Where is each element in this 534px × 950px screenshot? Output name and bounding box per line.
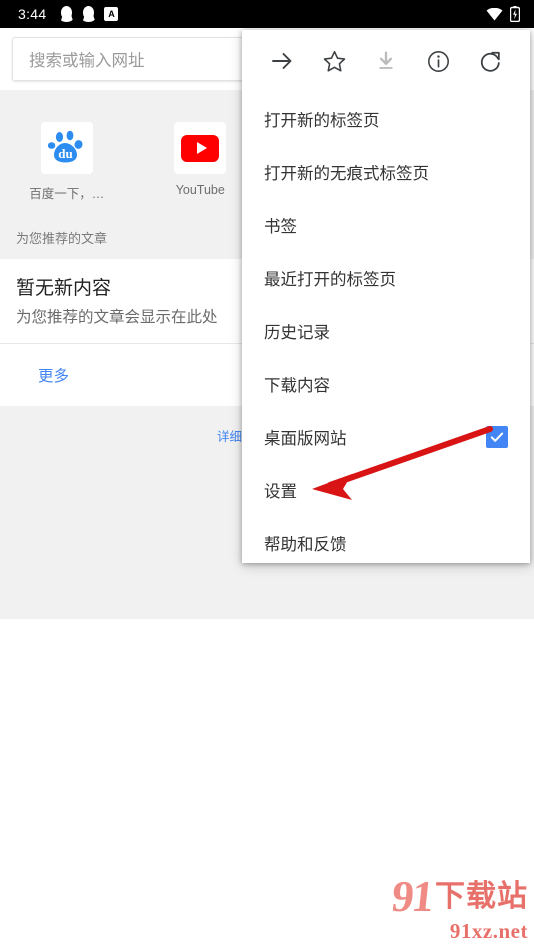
tile-label: 百度一下，…: [29, 187, 105, 201]
menu-item-history[interactable]: 历史记录: [242, 304, 530, 357]
watermark-logo-text: 下载站: [435, 880, 528, 913]
tile-label: YouTube: [175, 183, 225, 197]
menu-item-new-tab[interactable]: 打开新的标签页: [242, 92, 530, 145]
browser-overflow-menu: 打开新的标签页 打开新的无痕式标签页 书签 最近打开的标签页 历史记录 下载内容…: [242, 30, 530, 563]
menu-item-recent-tabs[interactable]: 最近打开的标签页: [242, 251, 530, 304]
menu-item-label: 下载内容: [264, 376, 330, 395]
menu-item-label: 打开新的无痕式标签页: [264, 164, 429, 183]
qq-icon: [82, 6, 95, 22]
desktop-site-checkbox[interactable]: [486, 425, 508, 448]
watermark: 91 下载站 91xz.net: [389, 872, 528, 943]
status-bar: 3:44 A: [0, 0, 534, 28]
watermark-url: 91xz.net: [449, 919, 528, 943]
tile-youtube[interactable]: YouTube: [147, 122, 253, 202]
menu-item-label: 打开新的标签页: [264, 111, 380, 130]
youtube-icon: [174, 122, 227, 174]
menu-item-label: 设置: [264, 482, 297, 501]
status-bar-notification-icons: A: [60, 6, 119, 22]
menu-icon-row: [242, 30, 530, 92]
bookmark-star-icon[interactable]: [321, 48, 347, 74]
menu-item-new-incognito-tab[interactable]: 打开新的无痕式标签页: [242, 145, 530, 198]
menu-item-bookmarks[interactable]: 书签: [242, 198, 530, 251]
page-info-icon[interactable]: [425, 48, 451, 74]
omnibox-placeholder: 搜索或输入网址: [29, 52, 145, 70]
download-icon: [373, 48, 399, 74]
menu-item-label: 帮助和反馈: [264, 535, 347, 554]
menu-item-label: 最近打开的标签页: [264, 270, 396, 289]
more-button[interactable]: 更多: [38, 368, 69, 385]
reload-icon[interactable]: [477, 48, 503, 74]
menu-item-desktop-site[interactable]: 桌面版网站: [242, 410, 530, 463]
status-bar-clock: 3:44: [18, 6, 47, 22]
menu-item-downloads[interactable]: 下载内容: [242, 357, 530, 410]
menu-item-label: 书签: [264, 217, 297, 236]
svg-text:du: du: [58, 146, 72, 161]
menu-item-help-and-feedback[interactable]: 帮助和反馈: [242, 516, 530, 563]
menu-item-label: 桌面版网站: [264, 429, 347, 448]
letter-a-icon: A: [104, 7, 119, 21]
menu-item-settings[interactable]: 设置: [242, 463, 530, 516]
battery-icon: [509, 6, 521, 23]
tile-baidu[interactable]: du 百度一下，…: [14, 122, 120, 202]
phone-screen: 3:44 A 搜索或输入网址 du 百度一下，… YouTube 为您推荐的文章…: [0, 0, 534, 950]
menu-item-label: 历史记录: [264, 323, 330, 342]
qq-icon: [60, 6, 73, 22]
wifi-icon: [486, 7, 503, 21]
baidu-icon: du: [40, 122, 93, 174]
watermark-logo-number: 91: [389, 872, 435, 921]
forward-icon[interactable]: [269, 48, 295, 74]
status-bar-system-icons: [486, 6, 521, 23]
